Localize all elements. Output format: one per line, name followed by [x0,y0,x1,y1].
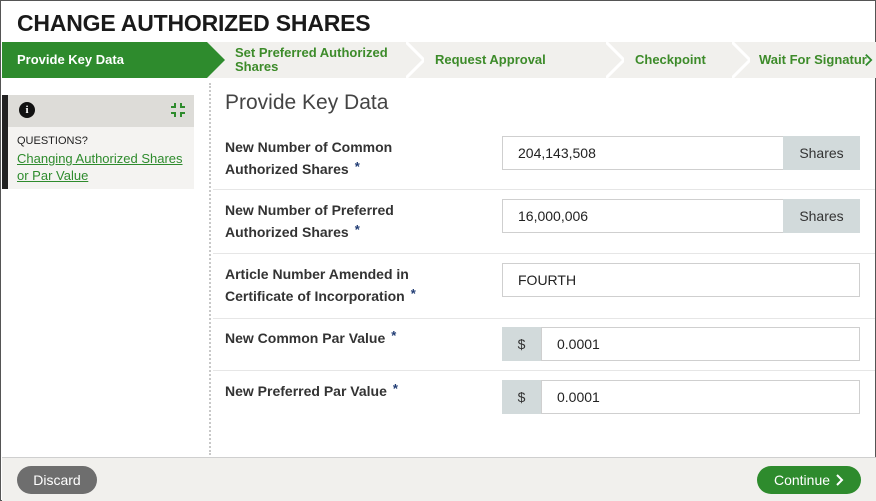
field-label: Article Number Amended in Certificate of… [225,263,416,308]
workflow-stepper: Provide Key Data Set Preferred Authorize… [2,42,876,78]
help-link-changing-authorized-shares[interactable]: Changing Authorized Shares or Par Value [17,150,194,184]
step-chevron [406,42,424,78]
step-chevron [732,42,750,78]
field-label-line2: Certificate of Incorporation [225,288,405,304]
field-row-common-par-value: New Common Par Value * $ 0.0001 [213,319,875,371]
step-set-preferred-authorized-shares[interactable]: Set Preferred Authorized Shares [235,42,405,78]
preferred-par-value-input[interactable]: 0.0001 [541,380,860,414]
field-row-preferred-par-value: New Preferred Par Value * $ 0.0001 [213,371,875,425]
help-sidebar-header: i [2,95,194,127]
step-wait-for-signature[interactable]: Wait For Signatur [759,42,867,78]
stepper-next-arrow-icon[interactable] [864,53,873,67]
common-shares-input[interactable]: 204,143,508 [502,136,784,170]
preferred-shares-input[interactable]: 16,000,006 [502,199,784,233]
step-label: Set Preferred Authorized Shares [235,45,388,74]
field-label: New Preferred Par Value * [225,380,398,403]
field-label-line1: Article Number Amended in [225,266,409,282]
field-row-common-shares: New Number of Common Authorized Shares * … [213,127,875,190]
continue-button-label: Continue [773,472,831,488]
currency-prefix-addon: $ [502,327,541,361]
step-checkpoint[interactable]: Checkpoint [635,42,730,78]
step-chevron [207,42,225,78]
field-label-line1: New Preferred Par Value [225,383,387,399]
step-label: Request Approval [435,52,546,67]
section-title: Provide Key Data [225,91,389,114]
required-marker: * [391,328,397,343]
field-row-preferred-shares: New Number of Preferred Authorized Share… [213,190,875,254]
info-icon: i [19,102,35,118]
field-label: New Number of Preferred Authorized Share… [225,199,394,244]
continue-button[interactable]: Continue [757,466,861,494]
discard-button[interactable]: Discard [17,466,97,494]
page-title: CHANGE AUTHORIZED SHARES [17,10,371,36]
step-label: Checkpoint [635,52,706,67]
required-marker: * [354,222,360,237]
app-frame: CHANGE AUTHORIZED SHARES Provide Key Dat… [0,0,876,501]
field-label-line2: Authorized Shares [225,161,349,177]
questions-label: QUESTIONS? [17,135,88,147]
step-chevron [606,42,624,78]
step-provide-key-data[interactable]: Provide Key Data [2,42,207,78]
footer-bar: Discard Continue [2,457,876,501]
help-sidebar-body: QUESTIONS? Changing Authorized Shares or… [2,127,194,189]
chevron-right-icon [836,474,844,486]
required-marker: * [354,159,360,174]
article-number-input[interactable]: FOURTH [502,263,860,297]
field-label-line1: New Number of Common [225,139,393,155]
step-label: Provide Key Data [17,52,124,67]
field-label-line1: New Number of Preferred [225,202,394,218]
vertical-divider [209,83,211,455]
shares-unit-addon: Shares [783,199,860,233]
required-marker: * [410,286,416,301]
shares-unit-addon: Shares [783,136,860,170]
required-marker: * [392,381,398,396]
help-sidebar: i QUESTIONS? Changing Authorized Shares … [2,95,194,189]
field-label: New Number of Common Authorized Shares * [225,136,392,181]
common-par-value-input[interactable]: 0.0001 [541,327,860,361]
collapse-icon[interactable] [170,102,186,118]
currency-prefix-addon: $ [502,380,541,414]
field-label-line1: New Common Par Value [225,330,386,346]
field-label: New Common Par Value * [225,327,396,350]
field-row-article-number: Article Number Amended in Certificate of… [213,254,875,319]
step-label: Wait For Signatur [759,52,867,67]
field-label-line2: Authorized Shares [225,224,349,240]
step-request-approval[interactable]: Request Approval [435,42,605,78]
